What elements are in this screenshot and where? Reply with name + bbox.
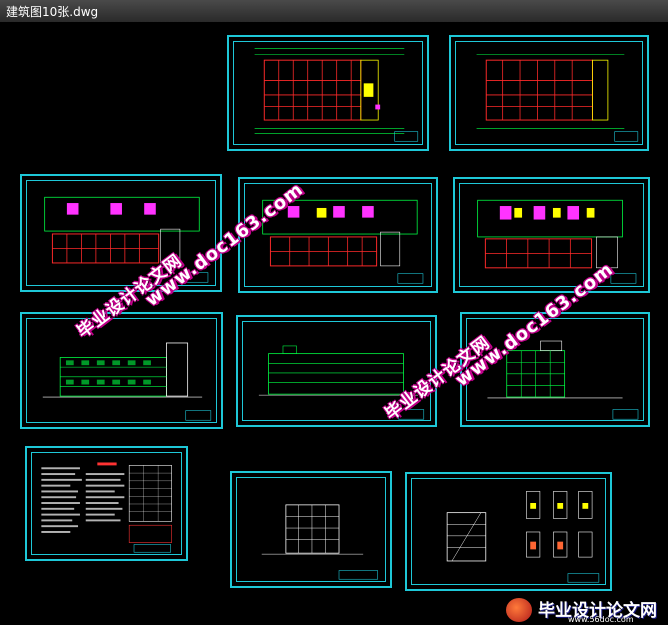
window-title: 建筑图10张.dwg: [6, 5, 99, 19]
footer-url: www.56doc.com: [568, 615, 634, 624]
sheet-design-notes[interactable]: [25, 446, 188, 561]
brand-logo-icon: [506, 598, 532, 622]
sheet-elevation-1[interactable]: [20, 312, 223, 429]
sheet-floor-plan-4[interactable]: [238, 177, 438, 293]
sheet-floor-plan-2[interactable]: [449, 35, 649, 151]
elevation-drawing: [261, 504, 378, 580]
notes-drawing: [41, 462, 172, 553]
drawing-canvas[interactable]: www.doc163.com 毕业设计论文网 www.doc163.com 毕业…: [0, 22, 668, 625]
sheet-section-details[interactable]: [405, 472, 612, 591]
sheet-elevation-4[interactable]: [230, 471, 392, 588]
plan-drawing: [476, 54, 639, 142]
plan-drawing: [254, 48, 419, 142]
window-titlebar: 建筑图10张.dwg: [0, 0, 668, 23]
plan-drawing: [262, 199, 424, 284]
sheet-floor-plan-5[interactable]: [453, 177, 650, 293]
sheet-floor-plan-1[interactable]: [227, 35, 429, 151]
footer-brand: 毕业设计论文网 www.56doc.com: [498, 595, 668, 625]
elevation-drawing: [42, 342, 212, 421]
details-drawing: [446, 491, 600, 583]
plan-drawing: [477, 199, 637, 284]
